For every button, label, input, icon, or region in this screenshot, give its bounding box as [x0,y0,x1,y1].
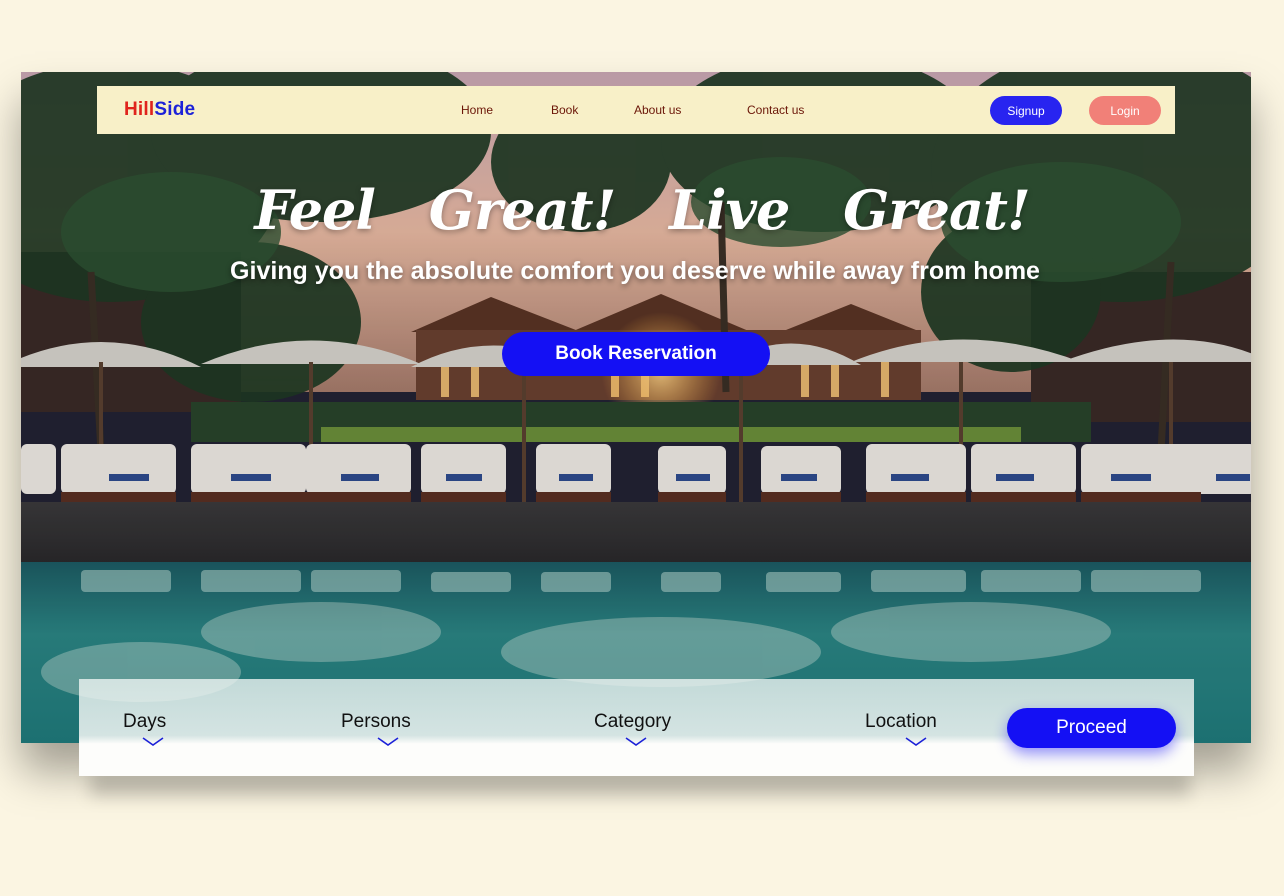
persons-label: Persons [341,711,411,732]
chevron-down-icon [142,737,164,746]
nav-link-contact-us[interactable]: Contact us [747,103,804,117]
hero-headline: Feel Great! Live Great! [254,178,1030,242]
location-label: Location [865,711,937,732]
book-reservation-button[interactable]: Book Reservation [502,332,770,376]
nav-link-book[interactable]: Book [551,103,578,117]
login-button[interactable]: Login [1089,96,1161,125]
location-dropdown[interactable]: Location [865,711,937,746]
hero-image [21,72,1251,743]
booking-search-bar: Days Persons Category Location Proceed [79,679,1194,776]
chevron-down-icon [625,737,647,746]
brand-logo-part1: Hill [124,99,155,120]
days-label: Days [123,711,167,732]
category-label: Category [594,711,672,732]
nav-link-about-us[interactable]: About us [634,103,681,117]
chevron-down-icon [377,737,399,746]
proceed-button[interactable]: Proceed [1007,708,1176,748]
hero-subheadline: Giving you the absolute comfort you dese… [230,257,1040,285]
chevron-down-icon [905,737,927,746]
days-dropdown[interactable]: Days [123,711,167,746]
category-dropdown[interactable]: Category [594,711,672,746]
brand-logo[interactable]: HillSide [124,99,195,121]
persons-dropdown[interactable]: Persons [341,711,411,746]
brand-logo-part2: Side [154,99,196,120]
nav-link-home[interactable]: Home [461,103,493,117]
top-navbar: HillSide Home Book About us Contact us S… [97,86,1175,134]
resort-pool-scene [21,72,1251,743]
signup-button[interactable]: Signup [990,96,1062,125]
